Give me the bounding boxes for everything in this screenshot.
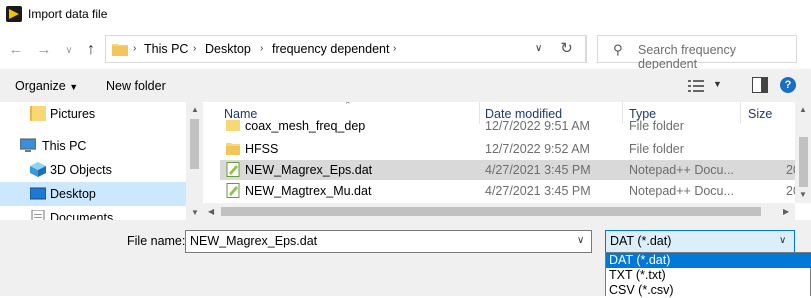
sort-ascending-icon: ⌃ xyxy=(344,102,352,110)
scroll-down-arrow-icon[interactable]: ▼ xyxy=(191,208,199,217)
folder-icon xyxy=(226,120,240,131)
file-type-select[interactable]: DAT (*.dat) ∨ xyxy=(605,230,795,253)
new-folder-button[interactable]: New folder xyxy=(106,79,166,93)
refresh-icon[interactable]: ↻ xyxy=(547,35,587,63)
sidebar-item-desktop[interactable]: Desktop xyxy=(0,182,186,206)
file-name-input[interactable]: NEW_Magrex_Eps.dat ∨ xyxy=(185,230,592,253)
file-row-hfss[interactable]: HFSS 12/7/2022 9:52 AM File folder xyxy=(220,139,795,159)
file-date: 12/7/2022 9:51 AM xyxy=(485,120,590,133)
navigation-row: ← → ∨ ↑ › This PC › Desktop › frequency … xyxy=(0,29,811,71)
folder-icon xyxy=(112,44,128,56)
title-bar: Import data file xyxy=(0,0,811,29)
breadcrumb-separator: › xyxy=(260,43,264,54)
file-name: NEW_Magtrex_Mu.dat xyxy=(245,184,372,198)
sidebar-item-3d-objects[interactable]: 3D Objects xyxy=(0,158,186,182)
scroll-right-arrow-icon[interactable]: ▶ xyxy=(783,207,789,216)
file-type: File folder xyxy=(629,142,684,156)
file-date: 4/27/2021 3:45 PM xyxy=(485,184,591,198)
chevron-down-icon: ▼ xyxy=(69,82,79,92)
forward-arrow-icon[interactable]: → xyxy=(35,41,53,59)
file-type: File folder xyxy=(629,120,684,133)
search-icon: ⚲ xyxy=(613,42,623,57)
organize-button[interactable]: Organize ▼ xyxy=(15,79,78,93)
computer-icon xyxy=(20,138,36,152)
organize-label: Organize xyxy=(15,79,66,93)
app-icon xyxy=(6,6,22,22)
chevron-down-icon[interactable]: ∨ xyxy=(577,235,584,246)
preview-pane-icon[interactable] xyxy=(752,77,768,93)
breadcrumb-separator: › xyxy=(133,43,137,54)
up-arrow-icon[interactable]: ↑ xyxy=(82,41,100,59)
change-view-button[interactable]: ▼ xyxy=(688,78,724,96)
scrollbar-thumb[interactable] xyxy=(221,207,761,216)
column-header-type[interactable]: Type xyxy=(629,107,656,121)
file-name: coax_mesh_freq_dep xyxy=(245,120,366,133)
sidebar-item-label: Desktop xyxy=(50,187,96,201)
file-row-coax-mesh-freq-dep[interactable]: coax_mesh_freq_dep 12/7/2022 9:51 AM Fil… xyxy=(220,120,795,134)
folder-icon xyxy=(226,143,240,155)
column-header-size[interactable]: Size xyxy=(748,107,772,121)
sidebar-scrollbar[interactable]: ▲ ▼ xyxy=(186,102,203,220)
search-placeholder: Search frequency dependent xyxy=(638,43,736,71)
breadcrumb-this-pc[interactable]: This PC xyxy=(144,42,188,56)
breadcrumb-desktop[interactable]: Desktop xyxy=(205,42,251,56)
notepad-file-icon xyxy=(226,162,240,177)
back-arrow-icon[interactable]: ← xyxy=(7,41,25,59)
breadcrumb-frequency-dependent[interactable]: frequency dependent xyxy=(272,42,389,56)
search-input[interactable]: ⚲ Search frequency dependent xyxy=(597,35,797,71)
sidebar-item-label: Pictures xyxy=(50,107,96,121)
sidebar-item-label: 3D Objects xyxy=(50,163,112,177)
file-type-value: DAT (*.dat) xyxy=(610,234,672,248)
documents-icon xyxy=(31,210,45,220)
address-dropdown-chevron-icon[interactable]: ∨ xyxy=(535,43,542,54)
scrollbar-thumb[interactable] xyxy=(190,119,199,169)
file-type-option-txt[interactable]: TXT (*.txt) xyxy=(606,268,811,283)
sidebar-item-label: Documents xyxy=(50,211,114,220)
file-type-dropdown-list: DAT (*.dat) TXT (*.txt) CSV (*.csv) xyxy=(605,252,811,297)
chevron-down-icon: ∨ xyxy=(779,235,787,246)
scroll-up-arrow-icon[interactable]: ▲ xyxy=(799,105,807,114)
file-name: HFSS xyxy=(245,142,279,156)
breadcrumb-separator: › xyxy=(193,43,197,54)
file-name-value: NEW_Magrex_Eps.dat xyxy=(190,234,318,248)
sidebar-item-label: This PC xyxy=(42,139,87,153)
file-name: NEW_Magrex_Eps.dat xyxy=(245,163,373,177)
sidebar-item-pictures[interactable]: Pictures xyxy=(0,102,186,126)
scroll-up-arrow-icon[interactable]: ▲ xyxy=(191,105,199,114)
scrollbar-thumb[interactable] xyxy=(799,137,808,187)
file-row-new-magrex-eps[interactable]: NEW_Magrex_Eps.dat 4/27/2021 3:45 PM Not… xyxy=(220,160,800,180)
sidebar-item-documents[interactable]: Documents xyxy=(0,206,186,220)
cube-icon xyxy=(30,162,46,177)
file-type-option-dat[interactable]: DAT (*.dat) xyxy=(606,253,811,268)
recent-locations-chevron-icon[interactable]: ∨ xyxy=(60,42,78,60)
help-icon[interactable]: ? xyxy=(780,77,796,93)
chevron-down-icon: ▼ xyxy=(713,79,722,89)
sidebar-item-this-pc[interactable]: This PC xyxy=(0,134,186,158)
window-title: Import data file xyxy=(28,7,108,21)
folder-icon xyxy=(30,106,46,121)
column-header-name[interactable]: Name xyxy=(224,107,257,121)
file-date: 12/7/2022 9:52 AM xyxy=(485,142,590,156)
file-list-horizontal-scrollbar[interactable]: ◀ ▶ xyxy=(203,203,795,220)
file-type: Notepad++ Docu... xyxy=(629,184,734,198)
details-view-icon xyxy=(688,80,704,92)
scroll-left-arrow-icon[interactable]: ◀ xyxy=(208,207,214,216)
scroll-down-arrow-icon[interactable]: ▼ xyxy=(799,190,807,199)
file-name-label: File name: xyxy=(127,234,186,248)
file-list: ⌃ Name Date modified Type Size coax_mesh… xyxy=(203,102,811,220)
file-row-new-magtrex-mu[interactable]: NEW_Magtrex_Mu.dat 4/27/2021 3:45 PM Not… xyxy=(220,181,800,201)
file-date: 4/27/2021 3:45 PM xyxy=(485,163,591,177)
notepad-file-icon xyxy=(226,183,240,198)
breadcrumb-separator: › xyxy=(393,43,397,54)
file-list-vertical-scrollbar[interactable]: ▲ ▼ xyxy=(795,102,811,203)
column-header-date-modified[interactable]: Date modified xyxy=(485,107,562,121)
command-toolbar: Organize ▼ New folder ▼ ? xyxy=(0,69,811,102)
address-bar[interactable]: › This PC › Desktop › frequency dependen… xyxy=(105,35,586,63)
desktop-icon xyxy=(30,187,46,200)
file-type: Notepad++ Docu... xyxy=(629,163,734,177)
navigation-pane: Pictures This PC 3D Objects Desktop Docu… xyxy=(0,102,203,220)
